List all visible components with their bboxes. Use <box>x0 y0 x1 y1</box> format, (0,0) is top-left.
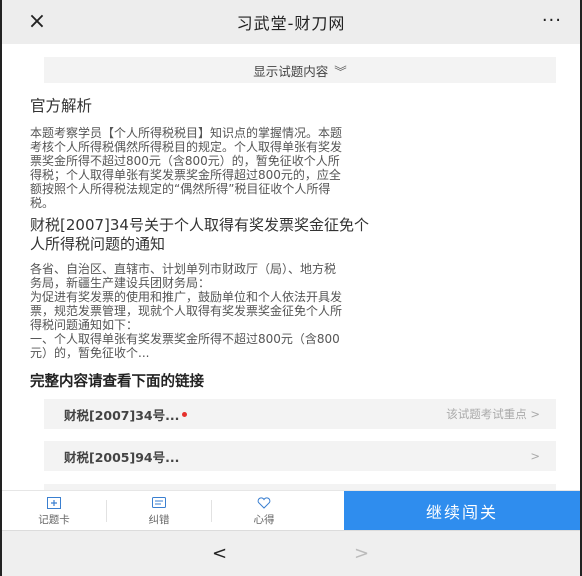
analysis-line: 得税；个人取得单张有奖发票奖金所得超过800元的，应全 <box>30 168 341 182</box>
bottom-action-bar: 记题卡 纠错 心得 继续闯关 <box>2 490 580 531</box>
notice-title-line: 财税[2007]34号关于个人取得有奖发票奖金征免个 <box>30 216 369 234</box>
question-card-button[interactable]: 记题卡 <box>2 491 106 531</box>
notice-line: 一、个人取得单张有奖发票奖金所得不超过800元（含800 <box>30 332 340 346</box>
link-item-1[interactable]: 财税[2007]34号... 该试题考试重点 > <box>44 399 556 429</box>
unread-dot-icon <box>182 411 188 417</box>
notice-text: 各省、自治区、直辖市、计划单列市财政厅（局）、地方税 务局，新疆生产建设兵团财务… <box>30 262 558 360</box>
link-item-2[interactable]: 财税[2005]94号... > <box>44 441 556 471</box>
analysis-line: 本题考察学员【个人所得税税目】知识点的掌握情况。本题 <box>30 126 343 140</box>
notice-title-line: 人所得税问题的通知 <box>30 235 166 253</box>
notice-line: 票，规范发票管理，现就个人取得有奖发票奖金征免个人所 <box>30 304 343 318</box>
link-label: 财税[2005]94号... <box>64 449 180 465</box>
report-error-button[interactable]: 纠错 <box>107 491 211 531</box>
show-question-toggle[interactable]: 显示试题内容 ︾ <box>44 57 556 83</box>
continue-button[interactable]: 继续闯关 <box>344 491 580 531</box>
back-arrow-icon[interactable]: < <box>212 543 227 564</box>
notice-title: 财税[2007]34号关于个人取得有奖发票奖金征免个 人所得税问题的通知 <box>30 216 558 254</box>
app-frame: × 习武堂-财刀网 ··· 显示试题内容 ︾ 官方解析 本题考察学员【个人所得税… <box>0 0 582 576</box>
notice-line: 为促进有奖发票的使用和推广，鼓励单位和个人依法开具发 <box>30 290 343 304</box>
forward-arrow-icon[interactable]: > <box>354 543 369 564</box>
top-nav-bar: × 习武堂-财刀网 ··· <box>2 0 580 44</box>
analysis-line: 额按照个人所得税法规定的“偶然所得”税目征收个人所得 <box>30 182 331 196</box>
notice-line: 务局，新疆生产建设兵团财务局： <box>30 276 211 290</box>
analysis-line: 票奖金所得不超过800元（含800元）的，暂免征收个人所 <box>30 154 340 168</box>
notice-line: 得税问题通知如下： <box>30 318 139 332</box>
analysis-line: 税。 <box>30 196 55 210</box>
message-icon <box>151 496 167 510</box>
page-title: 习武堂-财刀网 <box>236 14 346 33</box>
notes-label: 心得 <box>253 513 275 526</box>
notice-line: 元）的，暂免征收个... <box>30 346 150 360</box>
analysis-text: 本题考察学员【个人所得税税目】知识点的掌握情况。本题 考核个人所得税偶然所得税目… <box>30 126 558 210</box>
close-icon[interactable]: × <box>24 9 50 35</box>
chevron-down-icon: ︾ <box>334 63 347 79</box>
heart-icon <box>256 496 272 510</box>
link-hint: > <box>530 449 540 463</box>
analysis-heading: 官方解析 <box>30 97 93 115</box>
notes-button[interactable]: 心得 <box>212 491 316 531</box>
links-heading: 完整内容请查看下面的链接 <box>30 374 204 390</box>
question-card-label: 记题卡 <box>38 513 70 526</box>
analysis-line: 考核个人所得税偶然所得税目的规定。个人取得单张有奖发 <box>30 140 343 154</box>
link-hint: 该试题考试重点 > <box>446 407 540 421</box>
plus-square-icon <box>46 496 62 510</box>
show-question-label: 显示试题内容 <box>253 63 329 79</box>
main-content: 官方解析 本题考察学员【个人所得税税目】知识点的掌握情况。本题 考核个人所得税偶… <box>30 94 558 391</box>
report-error-label: 纠错 <box>148 513 170 526</box>
browser-nav-bar: < > <box>2 530 580 576</box>
more-icon[interactable]: ··· <box>542 12 562 30</box>
link-label: 财税[2007]34号... <box>64 407 180 423</box>
notice-line: 各省、自治区、直辖市、计划单列市财政厅（局）、地方税 <box>30 262 337 276</box>
